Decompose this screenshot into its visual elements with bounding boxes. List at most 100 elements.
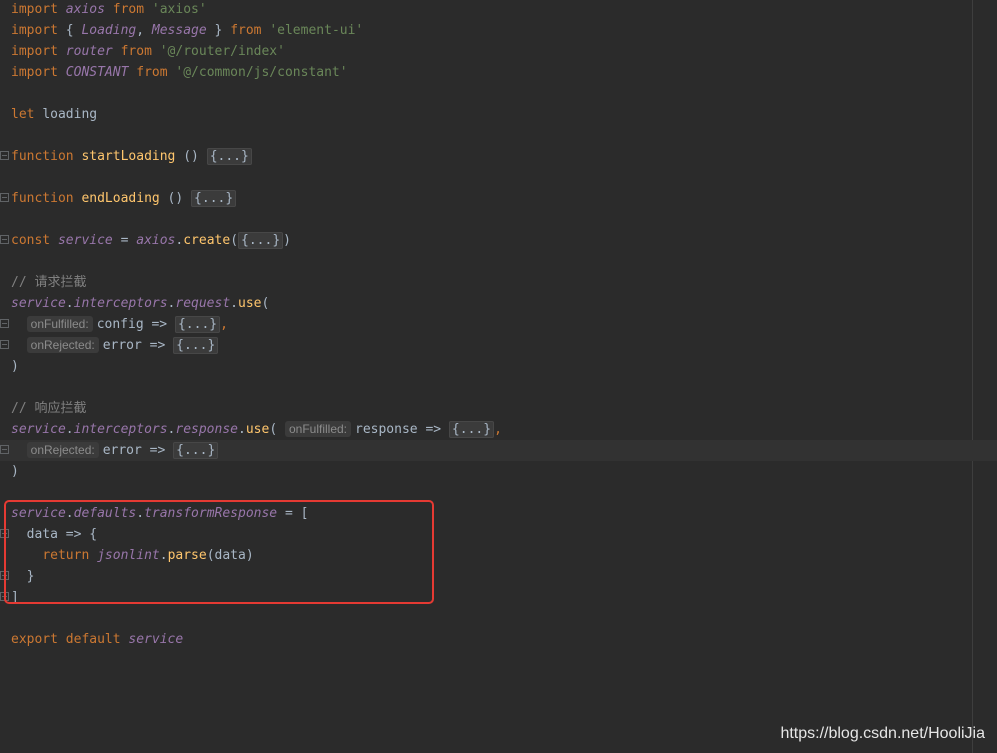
code-token: startLoading — [81, 149, 176, 164]
code-token: error => — [102, 443, 174, 458]
code-token: Loading — [81, 23, 137, 38]
code-text: import axios from 'axios' — [11, 0, 207, 20]
code-token: create — [183, 233, 231, 248]
code-token: import — [11, 23, 66, 38]
code-line[interactable]: ) — [0, 461, 997, 482]
code-token: function — [11, 149, 82, 164]
code-token: service — [57, 233, 113, 248]
code-text: export default service — [11, 629, 183, 650]
code-text: onFulfilled: config => {...}, — [11, 314, 228, 335]
code-line[interactable]: onRejected: error => {...} — [0, 335, 997, 356]
code-token: from — [230, 23, 270, 38]
code-line[interactable] — [0, 83, 997, 104]
code-line[interactable] — [0, 167, 997, 188]
code-token: import — [11, 2, 66, 17]
code-line[interactable] — [0, 209, 997, 230]
code-token: ( — [230, 233, 239, 248]
code-line[interactable]: service.interceptors.response.use( onFul… — [0, 419, 997, 440]
code-token: from — [112, 44, 160, 59]
folded-block[interactable]: {...} — [173, 337, 219, 354]
code-line[interactable] — [0, 377, 997, 398]
code-token: { — [65, 23, 82, 38]
code-text: function endLoading () {...} — [11, 188, 237, 209]
code-line[interactable] — [0, 608, 997, 629]
watermark: https://blog.csdn.net/HooliJia — [780, 725, 985, 742]
code-line[interactable]: onFulfilled: config => {...}, — [0, 314, 997, 335]
fold-toggle-icon[interactable] — [0, 193, 9, 202]
code-token: . — [230, 296, 238, 311]
code-text: service.interceptors.response.use( onFul… — [11, 419, 502, 440]
fold-toggle-icon[interactable] — [0, 445, 9, 454]
fold-toggle-icon[interactable] — [0, 340, 9, 349]
code-token: response => — [355, 422, 449, 437]
code-token: from — [104, 2, 152, 17]
code-line[interactable]: import CONSTANT from '@/common/js/consta… — [0, 62, 997, 83]
code-text: onRejected: error => {...} — [11, 335, 219, 356]
code-token: 'element-ui' — [269, 23, 364, 38]
code-text: ) — [11, 461, 19, 482]
code-token: service — [128, 632, 184, 647]
code-text: service.interceptors.request.use( — [11, 293, 269, 314]
code-token: request — [175, 296, 231, 311]
code-token: use — [238, 296, 262, 311]
code-token: . — [238, 422, 246, 437]
code-token: // 请求拦截 — [11, 275, 87, 290]
code-token: config => — [96, 317, 175, 332]
code-token: service — [11, 422, 66, 437]
code-token: () — [159, 191, 192, 206]
code-line[interactable]: ) — [0, 356, 997, 377]
code-token: } — [206, 23, 231, 38]
code-line[interactable] — [0, 251, 997, 272]
code-line[interactable]: // 响应拦截 — [0, 398, 997, 419]
code-line[interactable]: const service = axios.create({...}) — [0, 230, 997, 251]
code-token: () — [175, 149, 207, 164]
code-line[interactable]: function startLoading () {...} — [0, 146, 997, 167]
code-token: interceptors — [73, 422, 168, 437]
code-token: import — [11, 44, 66, 59]
code-text: import CONSTANT from '@/common/js/consta… — [11, 62, 348, 83]
highlight-box — [4, 500, 434, 604]
code-token: , — [220, 317, 228, 332]
folded-block[interactable]: {...} — [206, 148, 252, 165]
code-text: let loading — [11, 104, 97, 125]
fold-toggle-icon[interactable] — [0, 151, 9, 160]
code-token: ) — [11, 464, 19, 479]
code-token: . — [65, 296, 74, 311]
code-token: import — [11, 65, 66, 80]
code-editor[interactable]: import axios from 'axios' import { Loadin… — [0, 0, 997, 753]
code-token: response — [175, 422, 238, 437]
code-token: axios — [65, 2, 105, 17]
code-text: import { Loading, Message } from 'elemen… — [11, 20, 363, 41]
fold-toggle-icon[interactable] — [0, 235, 9, 244]
code-token: from — [128, 65, 176, 80]
code-line[interactable]: let loading — [0, 104, 997, 125]
code-line[interactable] — [0, 125, 997, 146]
parameter-hint: onRejected: — [26, 442, 99, 458]
folded-block[interactable]: {...} — [191, 190, 237, 207]
folded-block[interactable]: {...} — [448, 421, 495, 438]
code-line[interactable]: // 请求拦截 — [0, 272, 997, 293]
code-line[interactable]: import router from '@/router/index' — [0, 41, 997, 62]
parameter-hint: onRejected: — [26, 337, 99, 353]
code-line[interactable]: import { Loading, Message } from 'elemen… — [0, 20, 997, 41]
code-token: axios — [136, 233, 176, 248]
code-token: loading — [42, 107, 98, 122]
parameter-hint: onFulfilled: — [284, 421, 351, 437]
code-token: service — [11, 296, 66, 311]
folded-block[interactable]: {...} — [238, 232, 284, 249]
code-token: , — [494, 422, 502, 437]
code-line[interactable]: export default service — [0, 629, 997, 650]
folded-block[interactable]: {...} — [174, 316, 221, 333]
code-line[interactable]: function endLoading () {...} — [0, 188, 997, 209]
code-token: '@/router/index' — [159, 44, 285, 59]
fold-toggle-icon[interactable] — [0, 319, 9, 328]
code-token: router — [65, 44, 113, 59]
folded-block[interactable]: {...} — [173, 442, 219, 459]
code-line[interactable]: import axios from 'axios' — [0, 0, 997, 20]
code-line[interactable]: service.interceptors.request.use( — [0, 293, 997, 314]
code-line[interactable]: onRejected: error => {...} — [0, 440, 997, 461]
code-text: // 请求拦截 — [11, 272, 86, 293]
code-token: interceptors — [73, 296, 168, 311]
